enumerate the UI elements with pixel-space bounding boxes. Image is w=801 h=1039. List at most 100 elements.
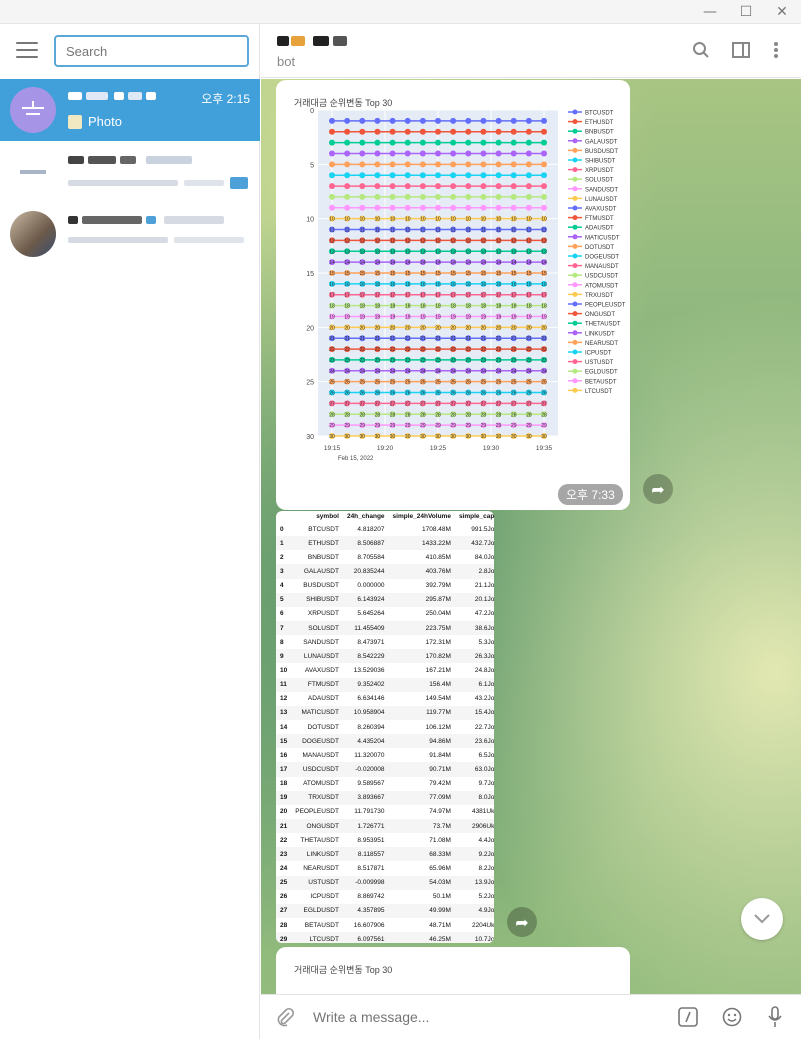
chat-title[interactable]	[277, 34, 347, 50]
data-label: 23	[541, 358, 547, 364]
table-message[interactable]: symbol 24h_change simple_24hVolume simple_c…	[276, 511, 494, 943]
table-cell: 0.000000	[357, 582, 385, 590]
data-point	[435, 150, 441, 157]
data-label: 14	[496, 260, 502, 266]
table-cell: 94.86M	[388, 734, 455, 749]
table-cell: 4	[280, 582, 284, 590]
chart-message[interactable]: 거래대금 순위변동 Top 30 0 5 10 15 20 25 30 19:15 19:20 1…	[276, 80, 630, 510]
data-point	[329, 139, 335, 146]
table-cell: 167.21M	[425, 666, 451, 674]
table-cell: 8.260394	[357, 723, 385, 731]
table-cell: 9.352402	[342, 677, 389, 692]
data-point	[510, 128, 517, 135]
data-point	[435, 204, 441, 211]
legend-label: USTUSDT	[585, 360, 614, 366]
forward-icon[interactable]: ➦	[643, 474, 673, 504]
table-cell: SANDUSDT	[303, 638, 339, 646]
chat-item[interactable]	[0, 141, 260, 203]
table-cell: 8.473971	[357, 638, 385, 646]
legend-label: LINKUSDT	[585, 331, 615, 337]
data-label: 10	[420, 217, 426, 223]
data-point	[404, 204, 411, 211]
data-label: 12	[496, 238, 502, 244]
data-label: 22	[390, 347, 396, 353]
data-point	[404, 150, 411, 157]
table-cell: 106.12M	[425, 723, 451, 731]
data-point	[541, 204, 547, 211]
legend-marker	[572, 359, 578, 365]
column-header: simple_cap	[458, 513, 494, 520]
emoji-icon[interactable]	[720, 1005, 744, 1029]
data-point	[435, 183, 441, 190]
maximize-button[interactable]: ☐	[728, 0, 764, 24]
more-options-icon[interactable]	[764, 38, 788, 62]
legend-label: THETAUSDT	[585, 322, 621, 328]
data-label: 20	[420, 325, 426, 331]
data-point	[495, 172, 502, 179]
data-label: 22	[344, 347, 350, 353]
legend-label: ATOMUSDT	[585, 283, 618, 289]
data-point	[344, 128, 351, 135]
data-label: 20	[360, 325, 366, 331]
data-label: 25	[420, 380, 426, 386]
data-label: 25	[496, 380, 502, 386]
menu-icon[interactable]	[16, 42, 38, 58]
data-point	[435, 139, 441, 146]
data-point	[450, 204, 457, 211]
data-label: 16	[481, 282, 487, 288]
data-label: 20	[435, 325, 441, 331]
legend-marker	[572, 138, 578, 144]
table-cell: 6.634146	[357, 695, 385, 703]
data-label: 10	[360, 217, 366, 223]
search-icon[interactable]	[689, 38, 713, 62]
minimize-button[interactable]: —	[692, 0, 728, 24]
table-cell: 9.7Jo	[478, 780, 494, 788]
table-row: 27 EGLDUSDT 4.357895 49.99M 4.9Jo	[276, 903, 494, 918]
data-label: 28	[511, 412, 517, 418]
commands-icon[interactable]	[676, 1005, 700, 1029]
chat-item-active[interactable]: 오후 2:15 Photo	[0, 79, 260, 141]
forward-icon[interactable]: ➦	[507, 907, 537, 937]
data-point	[419, 204, 426, 211]
scroll-down-button[interactable]	[741, 898, 783, 940]
data-label: 21	[466, 336, 472, 342]
data-label: 13	[390, 249, 396, 255]
data-point	[435, 161, 441, 168]
data-point	[419, 172, 426, 179]
microphone-icon[interactable]	[763, 1005, 787, 1029]
search-input[interactable]	[54, 35, 249, 67]
data-label: 13	[344, 249, 350, 255]
data-point	[419, 117, 426, 124]
data-label: 27	[466, 401, 472, 407]
data-label: 20	[541, 325, 547, 331]
data-label: 29	[526, 423, 532, 429]
table-cell: NEARUSDT	[303, 864, 339, 872]
data-label: 23	[526, 358, 532, 364]
sidebar-toggle-icon[interactable]	[729, 38, 753, 62]
chart-message-2[interactable]: 거래대금 순위변동 Top 30	[276, 947, 630, 994]
data-label: 14	[466, 260, 472, 266]
chat-preview	[68, 177, 248, 189]
data-label: 27	[450, 401, 456, 407]
attach-icon[interactable]	[273, 1005, 297, 1029]
data-point	[344, 183, 351, 190]
message-input[interactable]	[313, 1009, 653, 1025]
data-point	[541, 128, 547, 135]
legend-label: SOLUSDT	[585, 178, 614, 184]
legend-label: BTCUSDT	[585, 111, 614, 117]
data-label: 17	[390, 293, 396, 299]
table-cell: 8.506887	[342, 536, 389, 551]
legend-label: ICPUSDT	[585, 351, 612, 357]
data-label: 14	[360, 260, 366, 266]
data-label: 22	[496, 347, 502, 353]
data-label: 21	[390, 336, 396, 342]
table-cell: 22.7Jo	[474, 723, 494, 731]
close-button[interactable]: ✕	[764, 0, 800, 24]
chat-item[interactable]	[0, 203, 260, 265]
data-point	[541, 139, 547, 146]
data-label: 26	[496, 391, 502, 397]
legend-marker	[572, 176, 578, 182]
data-label: 28	[496, 412, 502, 418]
data-label: 10	[435, 217, 441, 223]
chat-preview	[68, 237, 244, 243]
